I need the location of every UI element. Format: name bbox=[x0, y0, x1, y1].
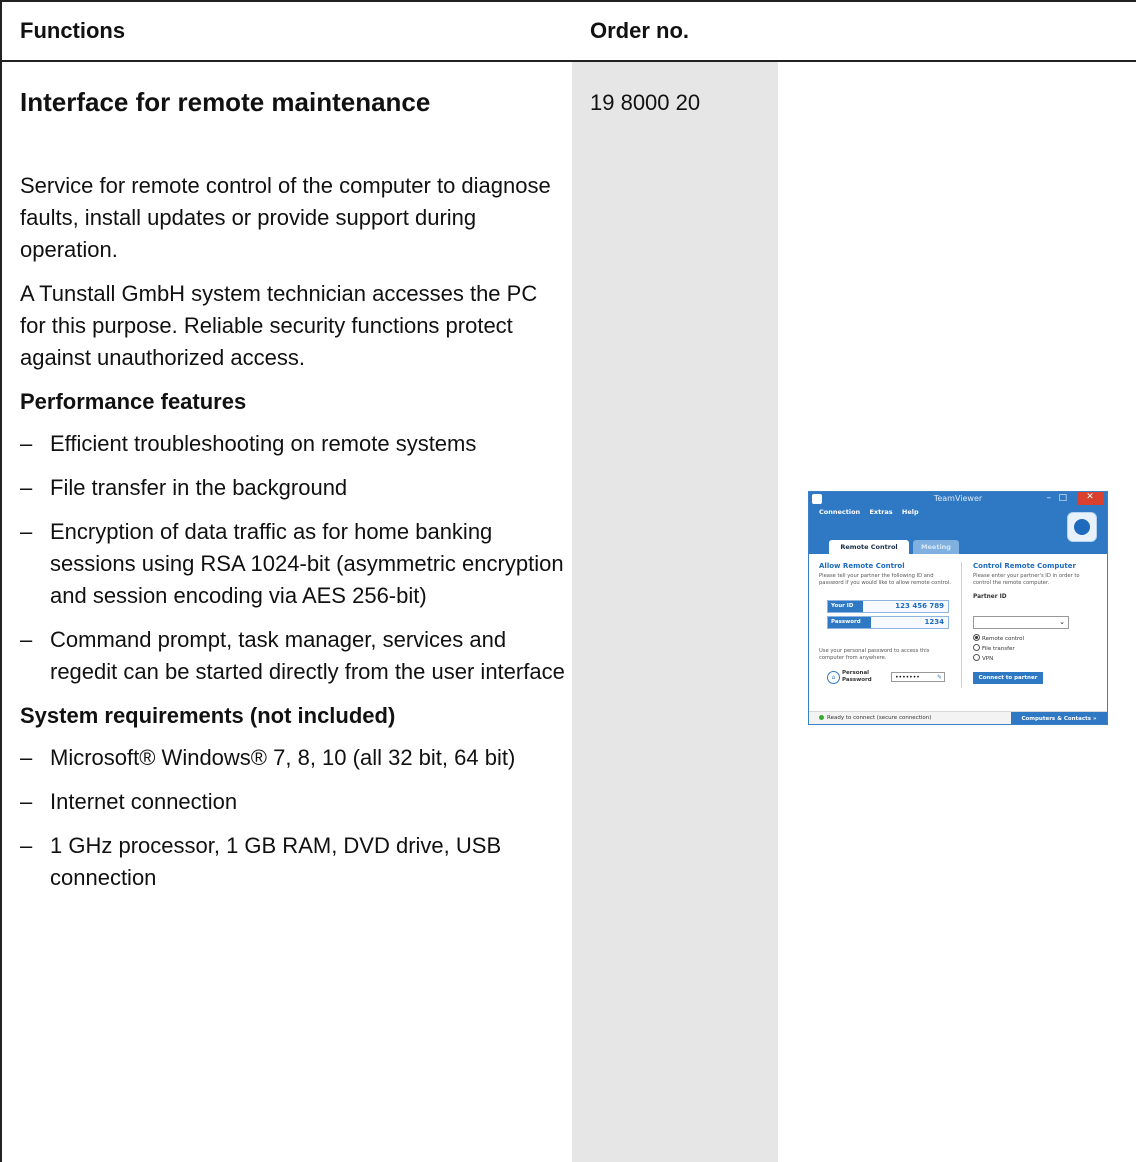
requirements-heading: System requirements (not included) bbox=[20, 703, 396, 728]
functions-column: Interface for remote maintenance Service… bbox=[20, 84, 568, 906]
pencil-icon: ✎ bbox=[936, 674, 942, 681]
tv-menu: Connection Extras Help bbox=[819, 508, 926, 516]
tv-title-bar: TeamViewer – □ ✕ bbox=[809, 492, 1107, 506]
maximize-icon: □ bbox=[1058, 493, 1067, 503]
list-item: 1 GHz processor, 1 GB RAM, DVD drive, US… bbox=[20, 830, 568, 894]
menu-help: Help bbox=[901, 508, 919, 516]
chevron-down-icon: ⌄ bbox=[1059, 618, 1065, 626]
list-item: Efficient troubleshooting on remote sys­… bbox=[20, 428, 568, 460]
tv-status-bar: Ready to connect (secure connection) Com… bbox=[809, 711, 1107, 724]
password-label: Password bbox=[828, 617, 871, 628]
radio-remote-control: Remote control bbox=[973, 634, 1024, 642]
allow-text: Please tell your partner the following I… bbox=[819, 573, 951, 586]
password-value: 1234 bbox=[924, 618, 944, 626]
radio-label: File transfer bbox=[982, 646, 1015, 652]
minimize-icon: – bbox=[1046, 493, 1052, 503]
your-id-label: Your ID bbox=[828, 601, 864, 612]
control-heading: Control Remote Computer bbox=[973, 562, 1076, 570]
lock-icon: ⌂ bbox=[827, 671, 840, 684]
list-item: Microsoft® Windows® 7, 8, 10 (all 32 bit… bbox=[20, 742, 568, 774]
menu-extras: Extras bbox=[869, 508, 893, 516]
column-divider bbox=[961, 562, 962, 688]
close-icon: ✕ bbox=[1077, 492, 1103, 505]
status-text: Ready to connect (secure connection) bbox=[819, 715, 931, 721]
allow-heading: Allow Remote Control bbox=[819, 562, 905, 570]
radio-label: VPN bbox=[982, 656, 994, 662]
your-id-field: Your ID 123 456 789 bbox=[827, 600, 949, 613]
table-header-row: Functions Order no. bbox=[0, 0, 1136, 62]
performance-heading: Performance features bbox=[20, 389, 247, 414]
partner-id-label: Partner ID bbox=[973, 594, 1007, 600]
partner-id-select: ⌄ bbox=[973, 616, 1069, 629]
list-item: File transfer in the background bbox=[20, 472, 568, 504]
order-number: 19 8000 20 bbox=[590, 90, 701, 115]
radio-file-transfer: File transfer bbox=[973, 644, 1015, 652]
tv-body: Allow Remote Control Please tell your pa… bbox=[809, 554, 1107, 714]
connect-to-partner-button: Connect to partner bbox=[973, 672, 1043, 684]
order-header: Order no. bbox=[590, 18, 690, 43]
password-field: Password 1234 bbox=[827, 616, 949, 629]
description-paragraph: Service for remote control of the comput… bbox=[20, 173, 551, 262]
functions-header: Functions bbox=[20, 18, 126, 43]
list-item: Encryption of data traffic as for home b… bbox=[20, 516, 568, 612]
personal-password-field: ••••••• ✎ bbox=[891, 672, 945, 682]
tab-meeting: Meeting bbox=[913, 540, 959, 554]
tab-remote-control: Remote Control bbox=[829, 540, 909, 554]
performance-list: Efficient troubleshooting on remote sys­… bbox=[20, 428, 568, 688]
personal-label: Personal Password bbox=[842, 670, 872, 683]
requirements-list: Microsoft® Windows® 7, 8, 10 (all 32 bit… bbox=[20, 742, 568, 894]
personal-text: Use your personal password to access thi… bbox=[819, 648, 930, 661]
computers-contacts-button: Computers & Contacts » bbox=[1011, 712, 1107, 724]
control-text: Please enter your partner's ID in order … bbox=[973, 573, 1080, 586]
radio-label: Remote control bbox=[982, 636, 1025, 642]
status-label: Ready to connect (secure connection) bbox=[827, 715, 932, 721]
product-title: Interface for remote maintenance bbox=[20, 87, 431, 117]
status-dot-icon bbox=[819, 715, 824, 720]
teamviewer-screenshot: TeamViewer – □ ✕ Connection Extras Help … bbox=[808, 491, 1108, 725]
your-id-value: 123 456 789 bbox=[895, 602, 944, 610]
list-item: Command prompt, task manager, services a… bbox=[20, 624, 568, 688]
list-item: Internet connection bbox=[20, 786, 568, 818]
order-column bbox=[572, 62, 778, 1162]
personal-password-value: ••••••• bbox=[895, 674, 920, 681]
description-paragraph: A Tunstall GmbH system technician access… bbox=[20, 281, 538, 370]
radio-vpn: VPN bbox=[973, 654, 993, 662]
menu-connection: Connection bbox=[819, 508, 861, 516]
teamviewer-large-icon bbox=[1067, 512, 1097, 542]
